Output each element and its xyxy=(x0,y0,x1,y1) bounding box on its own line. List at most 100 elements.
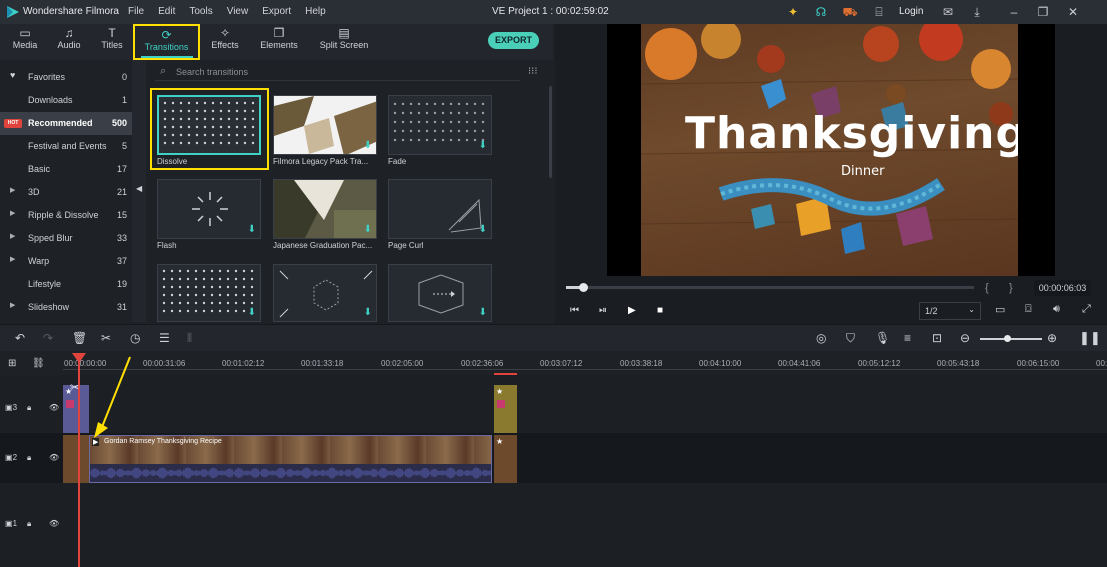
mail-icon[interactable]: ✉ xyxy=(940,4,956,20)
close-icon[interactable]: ✕ xyxy=(1065,4,1081,20)
category-favorites[interactable]: ♥ Favorites 0 xyxy=(0,66,132,89)
menu-export[interactable]: Export xyxy=(262,6,291,17)
audio-wave-icon[interactable]: ⫴ xyxy=(187,331,192,346)
transition-thumb-page-curl[interactable]: ⬇ xyxy=(388,179,492,239)
add-track-icon[interactable]: ⊞ xyxy=(8,358,16,369)
lock-icon[interactable]: 🔒︎ xyxy=(27,403,31,413)
lock-icon[interactable]: 🔒︎ xyxy=(27,519,31,529)
menu-tools[interactable]: Tools xyxy=(189,6,212,17)
snapshot-icon[interactable]: ⌼ xyxy=(1025,303,1032,316)
expand-arrow-icon[interactable]: ▶ xyxy=(10,301,15,309)
transition-thumb-dissolve[interactable] xyxy=(157,95,261,155)
expand-arrow-icon[interactable]: ▶ xyxy=(10,255,15,263)
zoom-slider-handle[interactable] xyxy=(1004,335,1011,342)
category-recommended[interactable]: HOT Recommended 500 xyxy=(0,112,132,135)
category-slideshow[interactable]: ▶ Slideshow 31 xyxy=(0,296,132,319)
download-icon[interactable]: ⬇ xyxy=(364,224,372,235)
eye-icon[interactable]: 👁︎ xyxy=(49,403,59,412)
lock-icon[interactable]: 🔒︎ xyxy=(27,453,31,463)
microphone-icon[interactable]: 🎙︎ xyxy=(875,331,890,345)
category-warp[interactable]: ▶ Warp 37 xyxy=(0,250,132,273)
search-bar[interactable]: ⌕ Search transitions xyxy=(155,64,520,81)
category-3d[interactable]: ▶ 3D 21 xyxy=(0,181,132,204)
expand-arrow-icon[interactable]: ▶ xyxy=(10,209,15,217)
category-ripple-dissolve[interactable]: ▶ Ripple & Dissolve 15 xyxy=(0,204,132,227)
transition-thumb-hexagon[interactable]: ⬇ xyxy=(273,264,377,322)
eye-icon[interactable]: 👁︎ xyxy=(49,453,59,462)
tab-split-screen[interactable]: ▤ Split Screen xyxy=(318,24,370,60)
expand-arrow-icon[interactable]: ▶ xyxy=(10,186,15,194)
adjust-icon[interactable]: ☰ xyxy=(159,331,170,345)
download-icon[interactable]: ⬇ xyxy=(248,307,256,318)
preview-scrubber-handle[interactable] xyxy=(579,283,588,292)
download-icon[interactable]: ⬇ xyxy=(479,307,487,318)
stop-icon[interactable]: ■ xyxy=(657,305,663,316)
restore-icon[interactable]: ❐ xyxy=(1035,4,1051,20)
zoom-slider[interactable] xyxy=(980,338,1042,340)
render-icon[interactable]: ◎ xyxy=(816,331,826,345)
download-icon[interactable]: ⬇ xyxy=(479,140,487,151)
pause-track-icon[interactable]: ❚❚ xyxy=(1079,330,1101,346)
collapse-arrow-icon[interactable]: ◀ xyxy=(136,184,142,193)
play-icon[interactable]: ▶ xyxy=(628,305,636,316)
menu-edit[interactable]: Edit xyxy=(158,6,175,17)
prev-frame-icon[interactable]: ⏮ xyxy=(570,305,579,316)
menu-help[interactable]: Help xyxy=(305,6,326,17)
category-basic[interactable]: Basic 17 xyxy=(0,158,132,181)
grid-view-icon[interactable]: ⁝⁝⁝ xyxy=(528,66,538,77)
category-downloads[interactable]: Downloads 1 xyxy=(0,89,132,112)
tab-audio[interactable]: ♫ Audio xyxy=(51,24,87,60)
volume-icon[interactable]: 🔊︎ xyxy=(1053,303,1060,316)
scissors-icon[interactable]: ✂ xyxy=(101,331,111,345)
mark-out-button[interactable]: } xyxy=(1009,282,1013,294)
minimize-icon[interactable]: – xyxy=(1006,4,1022,20)
tab-effects[interactable]: ✧ Effects xyxy=(206,24,244,60)
category-festival-events[interactable]: Festival and Events 5 xyxy=(0,135,132,158)
category-lifestyle[interactable]: Lifestyle 19 xyxy=(0,273,132,296)
zoom-out-icon[interactable]: ⊖ xyxy=(960,331,970,345)
tab-transitions[interactable]: ⟳ Transitions xyxy=(133,24,200,60)
timeline-ruler[interactable]: ⊞ ⛓ 00:00:00:00 00:00:31:06 00:01:02:12 … xyxy=(0,351,1107,375)
grid-scrollbar[interactable] xyxy=(549,86,552,178)
expand-arrow-icon[interactable]: ▶ xyxy=(10,232,15,240)
clip-track2-start[interactable] xyxy=(63,435,89,483)
eye-icon[interactable]: 👁︎ xyxy=(49,519,59,528)
tab-elements[interactable]: ❒ Elements xyxy=(256,24,302,60)
fullscreen-icon[interactable]: ⤢ xyxy=(1082,303,1091,316)
redo-icon[interactable]: ↷ xyxy=(43,331,53,345)
transition-thumb-dots[interactable]: ⬇ xyxy=(157,264,261,322)
preview-progress-track[interactable] xyxy=(566,286,974,289)
clip-track2-end[interactable]: ★ xyxy=(494,435,517,483)
transition-thumb-filmora-legacy[interactable]: ⬇ xyxy=(273,95,377,155)
transition-thumb-arrow[interactable]: ⬇ xyxy=(388,264,492,322)
marker-icon[interactable]: ⛉ xyxy=(846,331,855,346)
download-icon[interactable]: ⬇ xyxy=(479,224,487,235)
cart-icon[interactable]: ⛟ xyxy=(842,4,858,20)
transition-thumb-fade[interactable]: ⬇ xyxy=(388,95,492,155)
transition-thumb-japanese-graduation[interactable]: ⬇ xyxy=(273,179,377,239)
download-icon[interactable]: ⬇ xyxy=(364,140,372,151)
tab-titles[interactable]: T Titles xyxy=(95,24,129,60)
menu-view[interactable]: View xyxy=(227,6,249,17)
export-button[interactable]: EXPORT xyxy=(488,32,539,49)
sidebar-collapse-bar[interactable]: ◀ xyxy=(132,60,146,322)
clip-track3-end[interactable]: ★ xyxy=(494,385,517,433)
undo-icon[interactable]: ↶ xyxy=(15,331,25,345)
download-icon[interactable]: ⬇ xyxy=(364,307,372,318)
category-speed-blur[interactable]: ▶ Spped Blur 33 xyxy=(0,227,132,250)
login-button[interactable]: Login xyxy=(899,6,923,17)
tab-media[interactable]: ▭ Media xyxy=(6,24,44,60)
link-icon[interactable]: ⛓ xyxy=(32,358,45,369)
voiceover-icon[interactable]: ≡ xyxy=(904,331,911,345)
transition-thumb-flash[interactable]: ⬇ xyxy=(157,179,261,239)
mark-in-button[interactable]: { xyxy=(985,282,989,294)
subtitle-icon[interactable]: ⊡ xyxy=(932,331,942,345)
search-input[interactable]: Search transitions xyxy=(176,67,248,77)
play-frame-icon[interactable]: ⏯ xyxy=(599,305,607,316)
download-icon[interactable]: ⤓ xyxy=(969,4,985,20)
lightbulb-icon[interactable]: ✦ xyxy=(785,4,801,20)
delete-icon[interactable]: 🗑︎ xyxy=(72,331,87,345)
monitor-icon[interactable]: ▭ xyxy=(995,303,1005,316)
quality-select[interactable]: 1/2 ⌄ xyxy=(919,302,981,320)
gift-icon[interactable]: ⌸ xyxy=(871,4,887,20)
